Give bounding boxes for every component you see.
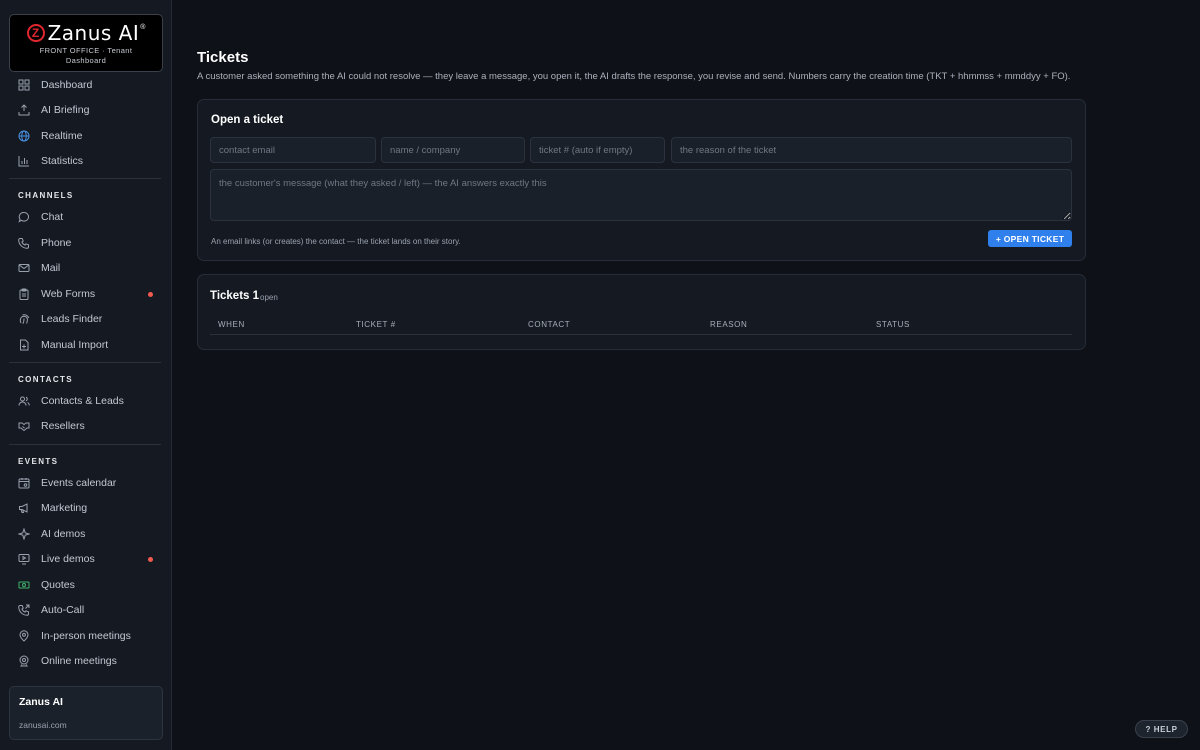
tickets-title: Tickets 1 bbox=[210, 290, 260, 302]
sidebar-item-contacts-leads[interactable]: Contacts & Leads bbox=[0, 389, 172, 413]
sidebar-item-phone[interactable]: Phone bbox=[0, 231, 172, 255]
globe-icon bbox=[18, 130, 30, 142]
chat-bubble-icon bbox=[18, 211, 30, 223]
footer-title: Zanus AI bbox=[19, 696, 63, 708]
sidebar-item-label: Online meetings bbox=[41, 655, 117, 667]
sidebar-item-label: AI demos bbox=[41, 528, 86, 540]
ticket-reason-field[interactable] bbox=[671, 137, 1072, 163]
sidebar-item-label: Marketing bbox=[41, 502, 88, 514]
fingerprint-icon bbox=[18, 313, 30, 325]
handshake-icon bbox=[18, 420, 30, 432]
mail-icon bbox=[18, 262, 30, 274]
sidebar-item-ai-demos[interactable]: AI demos bbox=[0, 522, 172, 546]
column-header-status[interactable]: STATUS bbox=[876, 320, 910, 329]
registered-mark: ® bbox=[140, 23, 146, 31]
bar-chart-icon bbox=[18, 155, 30, 167]
help-button[interactable]: ? HELP bbox=[1135, 720, 1188, 738]
webcam-icon bbox=[18, 655, 30, 667]
sidebar-item-label: Leads Finder bbox=[41, 313, 103, 325]
customer-message-field[interactable] bbox=[210, 169, 1072, 221]
name-company-field[interactable] bbox=[381, 137, 525, 163]
notification-dot bbox=[148, 292, 153, 297]
brand-subtitle-2: Dashboard bbox=[65, 56, 107, 65]
sidebar-item-events-calendar[interactable]: Events calendar bbox=[0, 471, 172, 495]
open-ticket-button[interactable]: + OPEN TICKET bbox=[988, 230, 1072, 247]
table-header-divider bbox=[210, 334, 1072, 335]
grid-icon bbox=[18, 79, 30, 91]
sparkle-icon bbox=[18, 528, 30, 540]
sidebar-item-in-person-meetings[interactable]: In-person meetings bbox=[0, 624, 172, 648]
sidebar-item-realtime[interactable]: Realtime bbox=[0, 124, 172, 148]
sidebar-item-ai-briefing[interactable]: AI Briefing bbox=[0, 98, 172, 122]
sidebar-item-quotes[interactable]: Quotes bbox=[0, 573, 172, 597]
tickets-status-label: open bbox=[260, 293, 278, 302]
sidebar-item-label: Realtime bbox=[41, 130, 83, 142]
ticket-number-field[interactable] bbox=[530, 137, 665, 163]
open-ticket-hint: An email links (or creates) the contact … bbox=[211, 237, 461, 246]
sidebar-item-online-meetings[interactable]: Online meetings bbox=[0, 649, 172, 673]
sidebar-item-label: Web Forms bbox=[41, 288, 96, 300]
brand-subtitle-1: FRONT OFFICE · Tenant bbox=[39, 46, 133, 55]
sidebar: Z Zanus AI ® FRONT OFFICE · Tenant Dashbo… bbox=[0, 0, 172, 750]
sidebar-item-label: Events calendar bbox=[41, 477, 117, 489]
sidebar-item-label: Statistics bbox=[41, 155, 84, 167]
column-header-when[interactable]: WHEN bbox=[218, 320, 245, 329]
sidebar-item-label: Dashboard bbox=[41, 79, 93, 91]
sidebar-item-label: Chat bbox=[41, 211, 64, 223]
file-plus-icon bbox=[18, 339, 30, 351]
sidebar-divider bbox=[9, 362, 161, 363]
sidebar-item-label: Manual Import bbox=[41, 339, 109, 351]
sidebar-divider bbox=[9, 444, 161, 445]
calendar-icon bbox=[18, 477, 30, 489]
column-header-contact[interactable]: CONTACT bbox=[528, 320, 570, 329]
sidebar-item-label: In-person meetings bbox=[41, 630, 131, 642]
sidebar-footer-card[interactable]: Zanus AI zanusai.com bbox=[9, 686, 163, 740]
sidebar-item-leads-finder[interactable]: Leads Finder bbox=[0, 307, 172, 331]
tickets-card bbox=[197, 274, 1086, 350]
section-heading-events: EVENTS bbox=[18, 457, 59, 466]
column-header-ticket-number[interactable]: TICKET # bbox=[356, 320, 396, 329]
sidebar-item-statistics[interactable]: Statistics bbox=[0, 149, 172, 173]
sidebar-item-web-forms[interactable]: Web Forms bbox=[0, 282, 172, 306]
megaphone-icon bbox=[18, 502, 30, 514]
section-heading-channels: CHANNELS bbox=[18, 191, 74, 200]
sidebar-item-label: Quotes bbox=[41, 579, 75, 591]
upload-icon bbox=[18, 104, 30, 116]
phone-forward-icon bbox=[18, 604, 30, 616]
brand-name: Zanus AI bbox=[47, 21, 140, 45]
monitor-play-icon bbox=[18, 553, 30, 565]
sidebar-item-chat[interactable]: Chat bbox=[0, 205, 172, 229]
users-icon bbox=[18, 395, 30, 407]
section-heading-contacts: CONTACTS bbox=[18, 375, 74, 384]
sidebar-item-label: AI Briefing bbox=[41, 104, 90, 116]
clipboard-icon bbox=[18, 288, 30, 300]
sidebar-item-label: Live demos bbox=[41, 553, 95, 565]
contact-email-field[interactable] bbox=[210, 137, 376, 163]
page-title: Tickets bbox=[197, 49, 249, 66]
sidebar-item-auto-call[interactable]: Auto-Call bbox=[0, 598, 172, 622]
phone-icon bbox=[18, 237, 30, 249]
sidebar-item-label: Phone bbox=[41, 237, 72, 249]
sidebar-item-resellers[interactable]: Resellers bbox=[0, 414, 172, 438]
footer-url: zanusai.com bbox=[19, 720, 67, 730]
sidebar-divider bbox=[9, 178, 161, 179]
sidebar-item-live-demos[interactable]: Live demos bbox=[0, 547, 172, 571]
sidebar-item-label: Auto-Call bbox=[41, 604, 85, 616]
sidebar-item-dashboard[interactable]: Dashboard bbox=[0, 73, 172, 97]
sidebar-item-mail[interactable]: Mail bbox=[0, 256, 172, 280]
sidebar-item-label: Mail bbox=[41, 262, 61, 274]
logo-z-icon: Z bbox=[26, 24, 45, 42]
page-description: A customer asked something the AI could … bbox=[197, 71, 1071, 82]
sidebar-item-label: Contacts & Leads bbox=[41, 395, 124, 407]
notification-dot bbox=[148, 557, 153, 562]
brand-logo[interactable]: Z Zanus AI ® FRONT OFFICE · Tenant Dashbo… bbox=[9, 14, 163, 72]
map-pin-icon bbox=[18, 630, 30, 642]
open-ticket-title: Open a ticket bbox=[211, 114, 284, 126]
sidebar-item-marketing[interactable]: Marketing bbox=[0, 496, 172, 520]
column-header-reason[interactable]: REASON bbox=[710, 320, 747, 329]
sidebar-item-manual-import[interactable]: Manual Import bbox=[0, 333, 172, 357]
money-icon bbox=[18, 579, 30, 591]
sidebar-item-label: Resellers bbox=[41, 420, 85, 432]
